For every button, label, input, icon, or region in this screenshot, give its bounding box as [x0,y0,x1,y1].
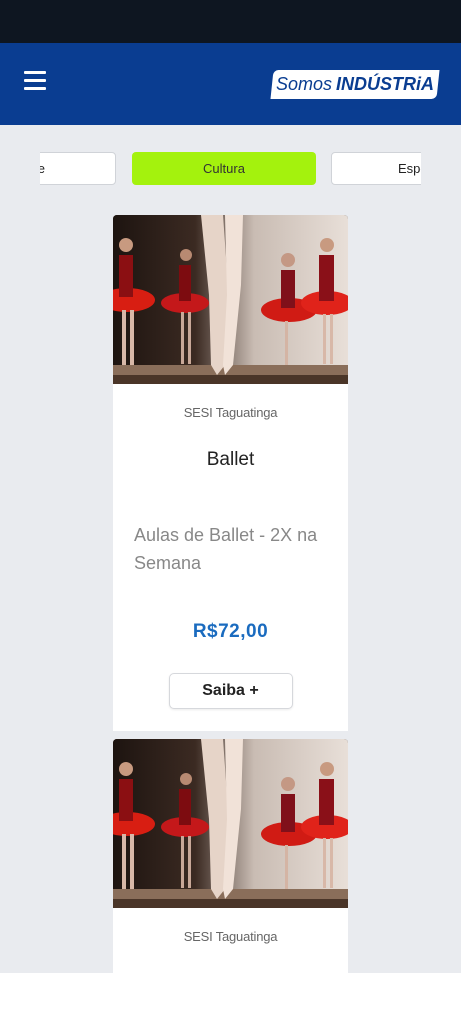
card-price: R$72,00 [192,621,269,642]
ballet-image[interactable] [113,739,348,908]
ballet-image[interactable] [113,215,348,384]
tab-previous-category[interactable]: e [40,152,116,185]
main-content: e Cultura Espo [0,125,461,973]
bottom-area [0,973,461,1024]
card-location: SESI Taguatinga [183,929,278,944]
app-header: Somos INDÚSTRiA [0,43,461,125]
card-title: Ballet [206,449,255,470]
product-card[interactable]: SESI Taguatinga Ballet Aulas de Ballet -… [113,215,348,731]
hamburger-menu-icon[interactable] [24,70,50,92]
category-tabs: e Cultura Espo [40,152,421,185]
tab-cultura[interactable]: Cultura [132,152,316,185]
product-card[interactable]: SESI Taguatinga [113,739,348,973]
saiba-mais-button[interactable]: Saiba + [168,673,293,709]
tab-label: Espo [398,161,421,176]
brand-logo-somos: Somos [275,74,333,94]
tab-label: e [40,161,45,176]
status-bar [0,0,461,43]
card-description: Aulas de Ballet - 2X na Semana [134,525,318,573]
brand-logo[interactable]: Somos INDÚSTRiA [270,70,440,99]
card-location: SESI Taguatinga [183,405,278,420]
brand-logo-industria: INDÚSTRiA [336,74,435,94]
tab-label: Cultura [203,161,245,176]
tab-next-category[interactable]: Espo [331,152,421,185]
